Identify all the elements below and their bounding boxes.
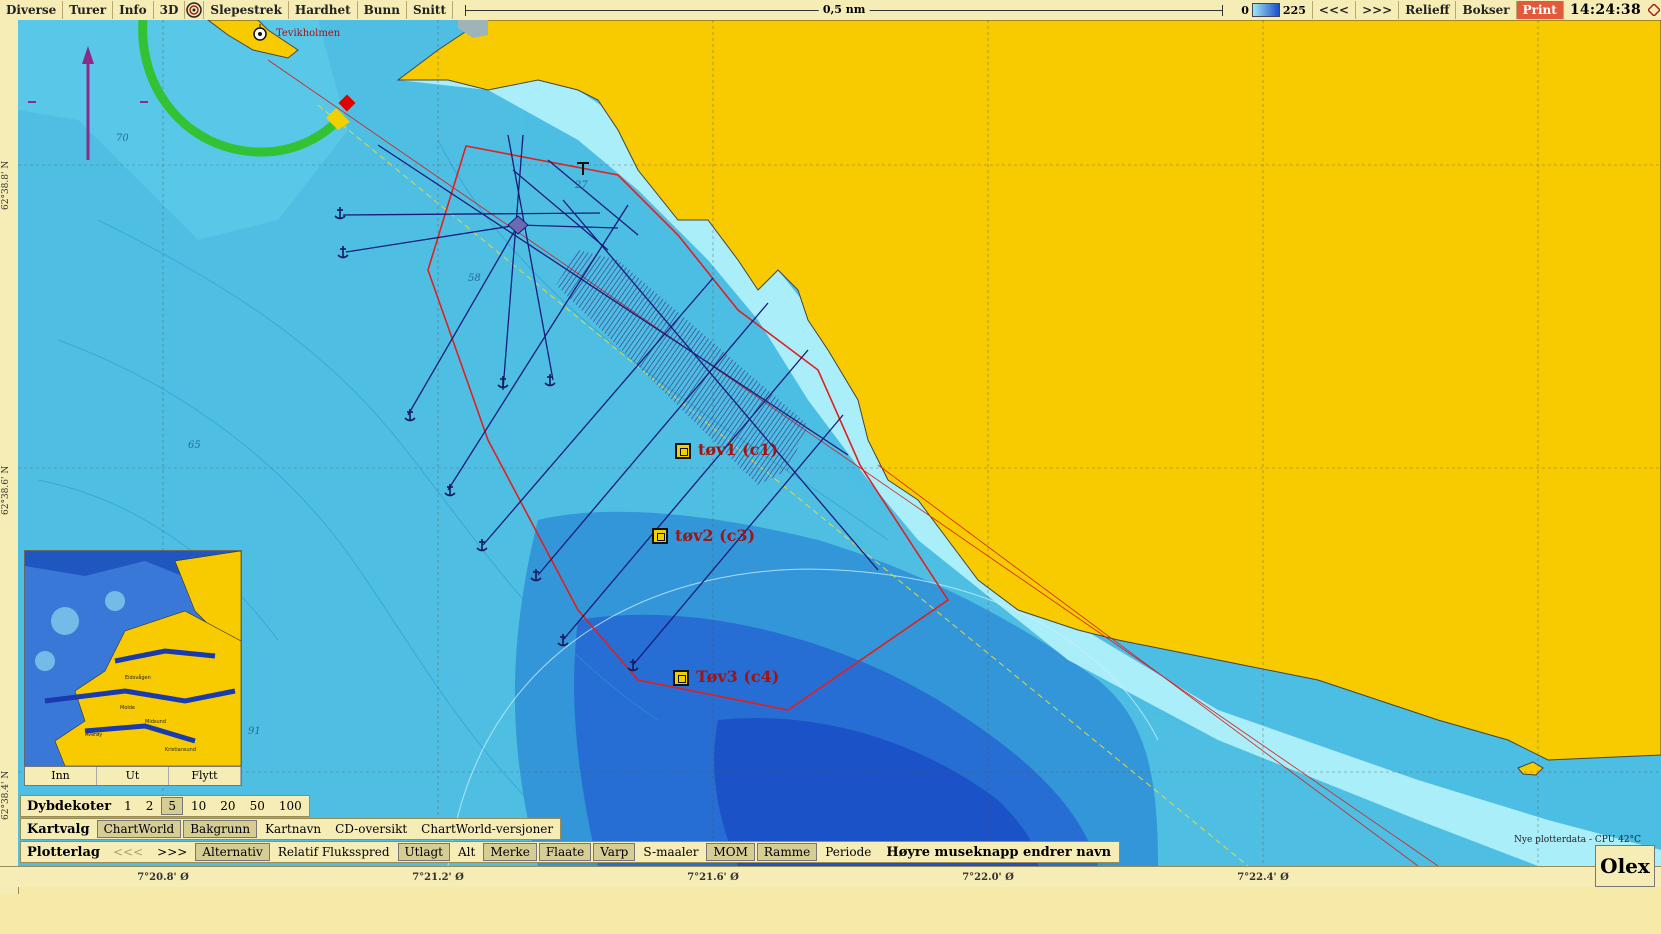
lon-label: 7°20.8' Ø (137, 872, 189, 883)
lon-label: 7°21.2' Ø (412, 872, 464, 883)
prev-layer-button[interactable]: <<< (107, 844, 149, 860)
depth-label: 27 (575, 180, 588, 191)
place-name-label: Tevikholmen (276, 28, 341, 39)
lon-label: 7°22.0' Ø (962, 872, 1014, 883)
background-button[interactable]: Bakgrunn (183, 820, 258, 838)
layer-flaate[interactable]: Flaate (538, 843, 592, 861)
layer-mom[interactable]: MOM (706, 843, 755, 861)
top-toolbar: Diverse Turer Info 3D Slepestrek Hardhet… (0, 0, 1661, 21)
chart-select-row: Kartvalg ChartWorld Bakgrunn Kartnavn CD… (20, 818, 562, 840)
contour-20-button[interactable]: 20 (214, 798, 241, 814)
move-button[interactable]: Flytt (169, 767, 241, 785)
layer-relatif-flukspred[interactable]: Relatif Fluksspred (272, 844, 396, 860)
cd-overview-button[interactable]: CD-oversikt (329, 821, 413, 837)
prev-button[interactable]: <<< (1313, 1, 1357, 19)
relief-button[interactable]: Relieff (1399, 1, 1457, 19)
layer-alternativ[interactable]: Alternativ (195, 843, 270, 861)
menu-turer[interactable]: Turer (63, 1, 114, 19)
layer-varp[interactable]: Varp (593, 843, 636, 861)
chartworld-button[interactable]: ChartWorld (96, 820, 182, 838)
layer-ramme[interactable]: Ramme (756, 843, 818, 861)
zoom-out-button[interactable]: Ut (97, 767, 169, 785)
plot-layers-row: Plotterlag <<< >>> Alternativ Relatif Fl… (20, 841, 1121, 863)
scale-bar: 0,5 nm (465, 1, 1224, 19)
contour-100-button[interactable]: 100 (273, 798, 308, 814)
layer-utlagt[interactable]: Utlagt (397, 843, 450, 861)
next-button[interactable]: >>> (1356, 1, 1400, 19)
inset-place: Kristiansund (165, 747, 196, 753)
nautical-chart[interactable]: Tevikholmen 70 58 65 91 27 tøv1 (c1) tøv… (18, 20, 1661, 866)
depth-contour-row: Dybdekoter 1 2 5 10 20 50 100 (20, 795, 310, 817)
overview-map-controls: Inn Ut Flytt (24, 766, 242, 786)
menu-snitt[interactable]: Snitt (407, 1, 453, 19)
contour-10-button[interactable]: 10 (185, 798, 212, 814)
layer-merke[interactable]: Merke (483, 843, 537, 861)
menu-hardhet[interactable]: Hardhet (289, 1, 358, 19)
settings-diamond-icon[interactable] (1647, 3, 1661, 17)
depth-color-scale[interactable]: 0 225 (1235, 1, 1313, 19)
marker-icon[interactable] (675, 443, 691, 459)
plot-layers-title: Plotterlag (27, 844, 100, 860)
inset-place: Molde (120, 705, 135, 711)
lat-label: 62°38.4' N (1, 770, 11, 820)
boxes-button[interactable]: Bokser (1456, 1, 1517, 19)
menu-3d[interactable]: 3D (154, 1, 186, 19)
overview-map[interactable]: Eidsvågen Molde Midsund Averøy Kristians… (24, 550, 242, 767)
compass-icon[interactable] (185, 1, 205, 19)
inset-place: Averøy (85, 732, 102, 738)
depth-max: 225 (1282, 3, 1306, 17)
marker-icon[interactable] (652, 528, 668, 544)
depth-label: 70 (116, 133, 129, 144)
menu-slepestrek[interactable]: Slepestrek (204, 1, 289, 19)
inset-place: Eidsvågen (125, 674, 151, 681)
marker-icon[interactable] (673, 670, 689, 686)
layer-alt[interactable]: Alt (452, 844, 481, 860)
depth-label: 65 (188, 440, 201, 451)
layer-periode[interactable]: Periode (819, 844, 877, 860)
chart-select-title: Kartvalg (27, 821, 90, 837)
contour-5-button[interactable]: 5 (161, 797, 184, 815)
inset-place: Midsund (145, 719, 166, 725)
status-note: Nye plotterdata - CPU 42°C (1513, 835, 1641, 845)
rename-hint: Høyre museknapp endrer navn (886, 844, 1112, 860)
lat-label: 62°38.6' N (1, 465, 11, 515)
chartworld-versions-button[interactable]: ChartWorld-versjoner (415, 821, 559, 837)
print-button[interactable]: Print (1516, 1, 1564, 19)
scale-label: 0,5 nm (818, 1, 870, 19)
olex-logo: Olex (1595, 845, 1655, 887)
lon-label: 7°21.6' Ø (687, 872, 739, 883)
contour-50-button[interactable]: 50 (244, 798, 271, 814)
lat-label: 62°38.8' N (1, 160, 11, 210)
next-layer-button[interactable]: >>> (151, 844, 193, 860)
depth-gradient (1251, 3, 1280, 17)
lon-label: 7°22.4' Ø (1237, 872, 1289, 883)
depth-contour-title: Dybdekoter (27, 798, 112, 814)
zoom-in-button[interactable]: Inn (25, 767, 97, 785)
layer-s-maaler[interactable]: S-maaler (637, 844, 704, 860)
contour-2-button[interactable]: 2 (140, 798, 160, 814)
depth-min: 0 (1241, 3, 1249, 17)
longitude-axis: 7°20.8' Ø 7°21.2' Ø 7°21.6' Ø 7°22.0' Ø … (0, 845, 1661, 887)
chart-names-button[interactable]: Kartnavn (259, 821, 327, 837)
depth-label: 58 (468, 273, 481, 284)
menu-bunn[interactable]: Bunn (358, 1, 407, 19)
marker-label-tov2[interactable]: tøv2 (c3) (675, 526, 755, 545)
latitude-axis: 62°38.8' N 62°38.6' N 62°38.4' N (0, 20, 19, 894)
marker-label-tov1[interactable]: tøv1 (c1) (698, 440, 778, 459)
menu-diverse[interactable]: Diverse (0, 1, 64, 19)
menu-info[interactable]: Info (113, 1, 154, 19)
marker-label-tov3[interactable]: Tøv3 (c4) (696, 667, 779, 686)
contour-1-button[interactable]: 1 (118, 798, 138, 814)
depth-label: 91 (248, 726, 261, 737)
clock: 14:24:38 (1569, 2, 1641, 18)
